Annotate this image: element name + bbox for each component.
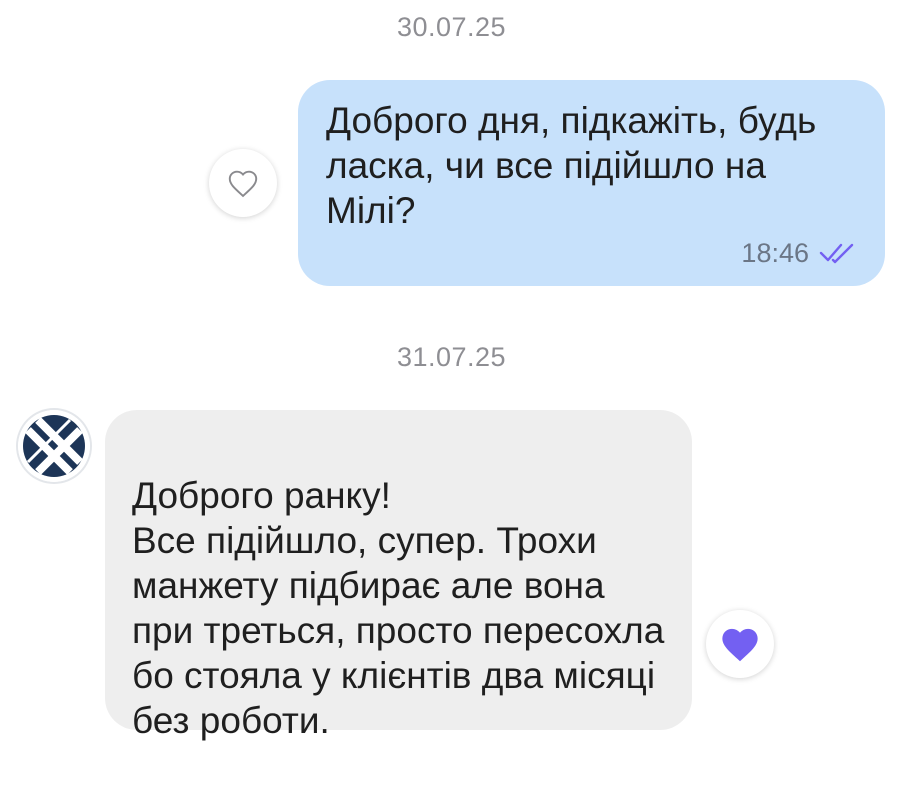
message-meta: 18:46 [741, 238, 857, 268]
reaction-heart-button[interactable] [706, 610, 774, 678]
avatar[interactable] [18, 410, 90, 482]
double-check-icon [819, 243, 854, 264]
heart-outline-icon [228, 170, 258, 198]
message-text: Доброго дня, підкажіть, будь ласка, чи в… [326, 100, 817, 231]
outgoing-message[interactable]: Доброго дня, підкажіть, будь ласка, чи в… [298, 80, 885, 286]
brand-logo-icon [18, 410, 90, 482]
reaction-heart-button[interactable] [209, 149, 277, 217]
date-separator: 30.07.25 [396, 12, 507, 42]
message-time: 18:46 [741, 238, 809, 268]
heart-filled-icon [722, 628, 758, 662]
incoming-message[interactable]: Доброго ранку! Все підійшло, супер. Трох… [105, 410, 692, 741]
date-separator: 31.07.25 [396, 342, 507, 372]
message-text: Доброго ранку! Все підійшло, супер. Трох… [132, 475, 665, 741]
